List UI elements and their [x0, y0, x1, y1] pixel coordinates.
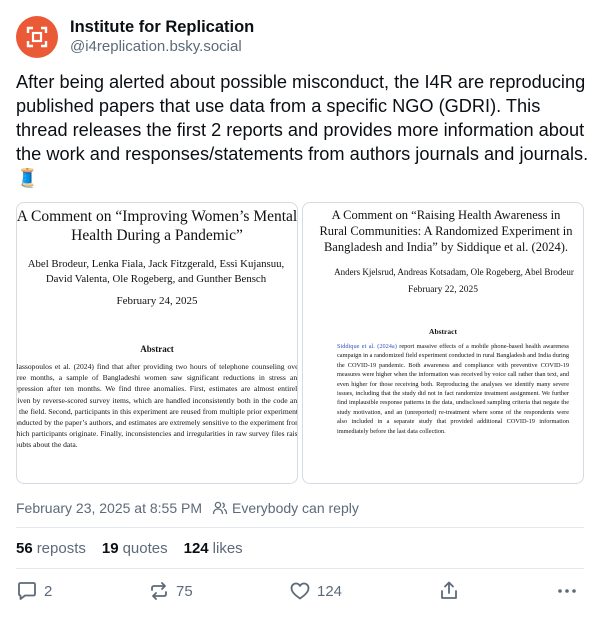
paper-title-line: Health During a Pandemic” [71, 227, 243, 244]
people-icon [212, 500, 228, 516]
post-meta: February 23, 2025 at 8:55 PM Everybody c… [16, 500, 359, 516]
paper-authors: Abel Brodeur, Lenka Fiala, Jack Fitzgera… [27, 258, 285, 270]
paper-abstract-heading: Abstract [429, 327, 457, 336]
quotes-count: 19 [101, 540, 119, 557]
more-options-button[interactable] [556, 580, 578, 602]
author-names: Institute for Replication @i4replication… [70, 17, 254, 57]
reply-button[interactable]: 2 [16, 580, 52, 602]
like-count: 124 [317, 582, 343, 600]
reply-icon [18, 582, 36, 600]
paper-abstract-text: report massive effects of a mobile phone… [337, 343, 569, 435]
quotes-stat[interactable]: 19 quotes [102, 540, 168, 557]
paper-abstract: Vlassopoulos et al. (2024) find that aft… [16, 362, 298, 450]
like-icon [290, 582, 310, 600]
share-icon [441, 581, 457, 599]
divider [16, 568, 584, 569]
likes-stat[interactable]: 124 likes [184, 540, 243, 557]
paper-abstract-heading: Abstract [140, 344, 174, 354]
paper-abstract: Siddique et al. (2024a) report massive e… [337, 342, 569, 436]
image-report-2[interactable]: A Comment on “Raising Health Awareness i… [302, 202, 584, 484]
repost-button[interactable]: 75 [148, 580, 193, 602]
more-icon [558, 589, 576, 593]
reply-count: 2 [44, 582, 53, 600]
paper-authors: David Valenta, Ole Rogeberg, and Gunther… [45, 273, 267, 285]
likes-label: likes [212, 540, 243, 557]
paper-title-line: A Comment on “Raising Health Awareness i… [331, 208, 561, 222]
divider [16, 527, 584, 528]
image-report-1[interactable]: A Comment on “Improving Women’s Mental H… [16, 202, 298, 484]
image-gallery: A Comment on “Improving Women’s Mental H… [16, 202, 584, 484]
replication-logo-icon [26, 26, 48, 48]
paper-date: February 22, 2025 [408, 285, 478, 295]
reposts-count: 56 [16, 540, 33, 557]
paper-title-line: A Comment on “Improving Women’s Mental [16, 208, 298, 225]
share-button[interactable] [438, 580, 460, 602]
reposts-label: reposts [36, 540, 86, 557]
reposts-stat[interactable]: 56 reposts [16, 540, 86, 557]
post-text: After being alerted about possible misco… [16, 72, 589, 188]
reply-setting[interactable]: Everybody can reply [232, 500, 359, 516]
display-name[interactable]: Institute for Replication [70, 17, 254, 37]
quotes-label: quotes [122, 540, 168, 557]
post-header: Institute for Replication @i4replication… [16, 16, 254, 58]
repost-count: 75 [176, 582, 193, 600]
like-button[interactable]: 124 [289, 580, 342, 602]
post-stats: 56 reposts 19 quotes 124 likes [16, 540, 259, 557]
likes-count: 124 [183, 540, 209, 557]
paper-title-line: Bangladesh and India” by Siddique et al.… [323, 240, 569, 254]
author-handle[interactable]: @i4replication.bsky.social [70, 37, 254, 57]
paper-citation-link: Siddique et al. (2024a) [337, 343, 397, 350]
post-actions: 2 75 124 [16, 580, 584, 606]
paper-date: February 24, 2025 [116, 295, 198, 307]
paper-authors: Anders Kjelsrud, Andreas Kotsadam, Ole R… [334, 267, 574, 277]
post-timestamp[interactable]: February 23, 2025 at 8:55 PM [16, 500, 202, 516]
paper-title-line: Rural Communities: A Randomized Experime… [319, 224, 573, 238]
avatar[interactable] [16, 16, 58, 58]
repost-icon [151, 582, 167, 600]
